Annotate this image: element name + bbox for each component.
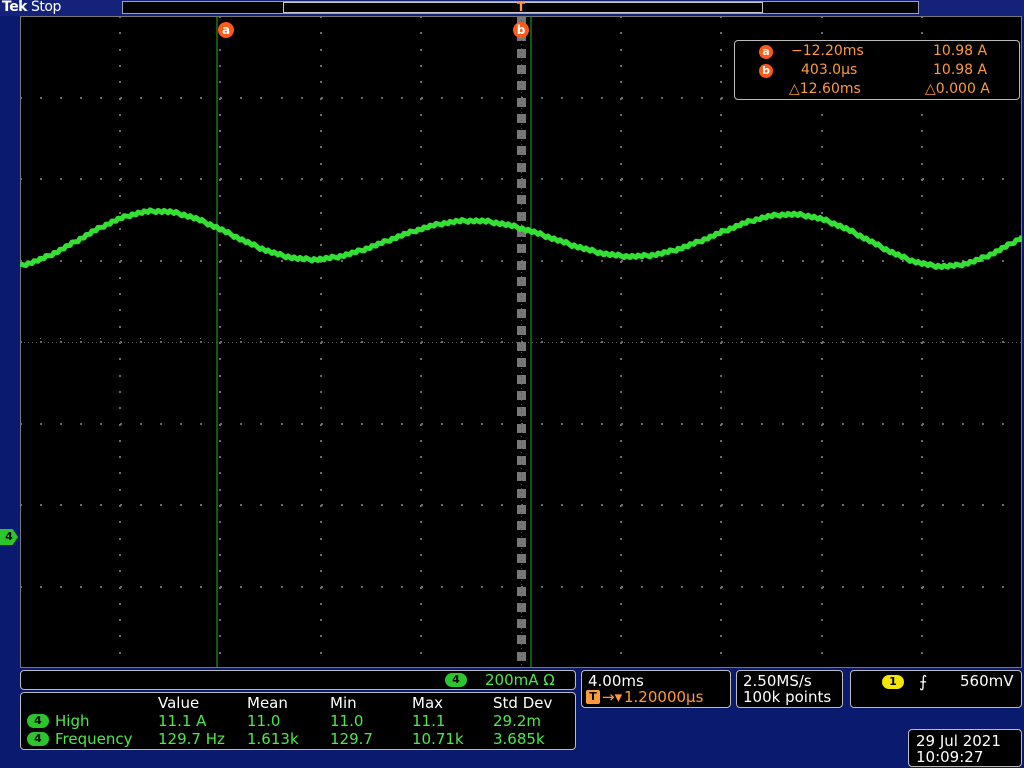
cursor-delta-time: △12.60ms: [789, 81, 861, 97]
cursor-a-value: 10.98 A: [933, 43, 988, 59]
stat-row-name: High: [55, 712, 90, 730]
stat-header-value: Value: [158, 694, 200, 712]
stat-cell: 29.2m: [493, 712, 542, 730]
channel-4-scale: 200mA Ω: [485, 671, 555, 689]
time-label: 10:09:27: [916, 748, 984, 766]
trigger-source-badge-icon: 1: [882, 675, 904, 689]
cursor-a-row: a −12.20ms 10.98 A: [735, 43, 1019, 61]
stat-header-min: Min: [330, 694, 357, 712]
acquisition-panel[interactable]: 2.50MS/s 100k points: [736, 670, 843, 708]
trigger-position-icon[interactable]: T: [514, 0, 528, 16]
cursor-readout-panel: a −12.20ms 10.98 A b 403.0µs 10.98 A △12…: [734, 40, 1020, 100]
stat-cell: 129.7: [330, 730, 373, 748]
stat-row-name: Frequency: [55, 730, 133, 748]
trigger-panel[interactable]: 1 ⨍ 560mV: [850, 670, 1022, 708]
cursor-delta-row: △12.60ms △0.000 A: [735, 81, 1019, 99]
trigger-arrow-icon: →▾: [602, 688, 623, 706]
rising-edge-icon: ⨍: [919, 672, 928, 691]
stat-row-channel-badge-icon: 4: [27, 714, 49, 728]
stat-cell: 11.1 A: [158, 712, 207, 730]
datetime-panel: 29 Jul 2021 10:09:27: [908, 729, 1022, 767]
stat-cell: 1.613k: [247, 730, 299, 748]
record-length: 100k points: [743, 688, 832, 706]
cursor-a-marker-icon[interactable]: a: [218, 22, 234, 38]
stat-cell: 11.1: [412, 712, 446, 730]
graticule-grid: [20, 16, 1022, 668]
cursor-a-badge-icon: a: [759, 45, 773, 59]
run-state-label: Stop: [31, 0, 61, 15]
cursor-b-value: 10.98 A: [933, 62, 988, 78]
stat-header-max: Max: [412, 694, 444, 712]
channel-scale-bar[interactable]: 4 200mA Ω: [20, 670, 576, 690]
stat-cell: 11.0: [247, 712, 281, 730]
stat-header-stddev: Std Dev: [493, 694, 553, 712]
graticule-svg: [20, 16, 1022, 668]
timebase-panel[interactable]: 4.00ms T →▾ 1.20000µs: [581, 670, 731, 708]
channel-4-badge-icon: 4: [445, 673, 467, 687]
channel-4-ground-marker-icon[interactable]: 4: [0, 529, 18, 545]
trigger-position: 1.20000µs: [624, 688, 704, 706]
cursor-b-marker-icon[interactable]: b: [513, 22, 529, 38]
cursor-delta-value: △0.000 A: [925, 81, 990, 97]
stat-row-channel-badge-icon: 4: [27, 732, 49, 746]
cursor-b-row: b 403.0µs 10.98 A: [735, 62, 1019, 80]
measurement-statistics-panel[interactable]: Value Mean Min Max Std Dev 4 High 11.1 A…: [20, 692, 576, 750]
stat-cell: 11.0: [330, 712, 364, 730]
trigger-position-icon: T: [586, 690, 600, 704]
waveform-display[interactable]: [20, 16, 1022, 668]
brand-label: Tek Stop: [2, 0, 61, 15]
cursor-a-time: −12.20ms: [791, 43, 864, 59]
trigger-level: 560mV: [960, 672, 1014, 690]
stat-cell: 3.685k: [493, 730, 545, 748]
cursor-b-time: 403.0µs: [801, 62, 858, 78]
stat-header-mean: Mean: [247, 694, 288, 712]
cursor-b-badge-icon: b: [759, 64, 773, 78]
stat-cell: 10.71k: [412, 730, 464, 748]
status-bar: Tek Stop: [0, 0, 1024, 16]
stat-cell: 129.7 Hz: [158, 730, 225, 748]
